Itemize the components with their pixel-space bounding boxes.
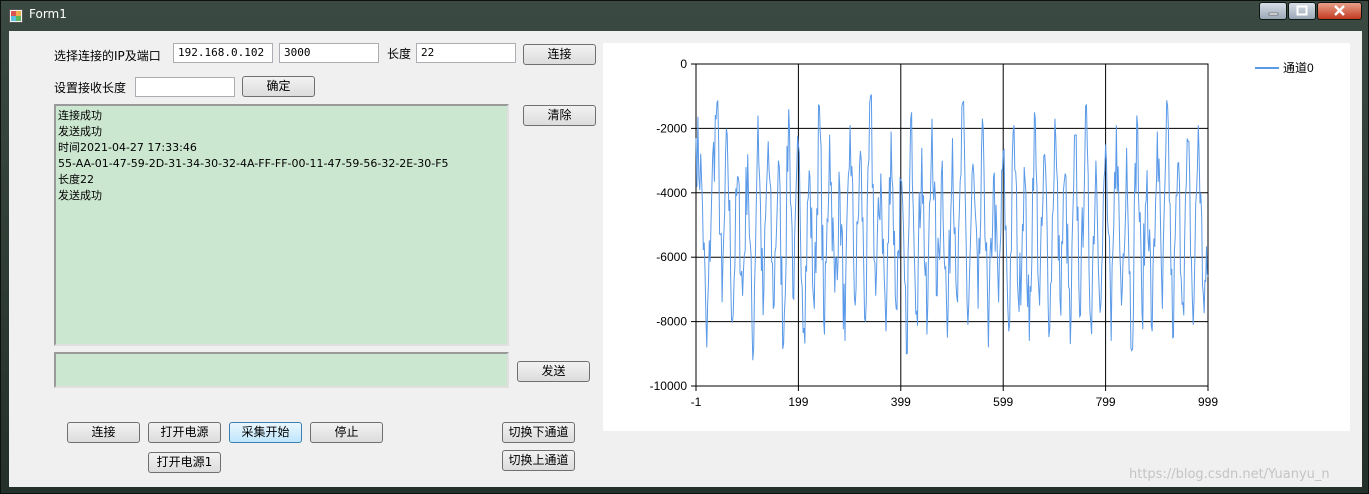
send-button[interactable]: 发送 — [517, 361, 590, 382]
minimize-icon — [1268, 12, 1279, 16]
confirm-button[interactable]: 确定 — [242, 76, 315, 97]
x-tick-label: 399 — [891, 395, 911, 409]
length-input[interactable]: 22 — [416, 43, 516, 63]
legend-label: 通道0 — [1283, 61, 1314, 75]
send-input[interactable] — [54, 352, 509, 388]
prev-channel-button[interactable]: 切换上通道 — [502, 450, 575, 471]
stop-button[interactable]: 停止 — [310, 422, 383, 443]
x-tick-label: 999 — [1198, 395, 1218, 409]
x-tick-label: -1 — [691, 395, 702, 409]
ip-port-label: 选择连接的IP及端口 — [54, 49, 161, 63]
y-tick-label: 0 — [680, 57, 687, 71]
maximize-button[interactable] — [1288, 2, 1316, 20]
power-on-1-button[interactable]: 打开电源1 — [148, 452, 221, 473]
chart-svg: -1 199 399 599 799 999 0 -2000 -4000 -6000 -8000 -1… — [650, 57, 1314, 409]
maximize-icon — [1296, 5, 1308, 16]
log-line: 发送成功 — [58, 125, 102, 138]
y-tick-label: -2000 — [656, 121, 687, 135]
y-tick-label: -6000 — [656, 250, 687, 264]
clear-button[interactable]: 清除 — [523, 105, 596, 126]
watermark-text: https://blog.csdn.net/Yuanyu_n — [1129, 467, 1330, 482]
close-button[interactable] — [1317, 2, 1362, 20]
next-channel-button[interactable]: 切换下通道 — [502, 422, 575, 443]
connect-device-button[interactable]: 连接 — [67, 422, 140, 443]
length-label: 长度 — [387, 47, 412, 61]
start-capture-button[interactable]: 采集开始 — [229, 422, 302, 443]
log-line: 时间2021-04-27 17:33:46 — [58, 141, 197, 154]
log-line: 连接成功 — [58, 109, 102, 122]
receive-length-label: 设置接收长度 — [54, 81, 127, 95]
title-bar[interactable]: Form1 — [1, 1, 1368, 29]
log-textbox[interactable]: 连接成功 发送成功 时间2021-04-27 17:33:46 55-AA-01… — [54, 104, 509, 346]
connect-button[interactable]: 连接 — [523, 44, 596, 65]
power-on-button[interactable]: 打开电源 — [148, 422, 221, 443]
ip-input[interactable]: 192.168.0.102 — [173, 43, 273, 63]
x-tick-label: 199 — [788, 395, 808, 409]
main-window: Form1 选择连接的IP及端口 192.168.0.102 3000 长度 2… — [0, 0, 1369, 494]
y-tick-label: -8000 — [656, 315, 687, 329]
minimize-button[interactable] — [1259, 2, 1287, 20]
form-client-area: 选择连接的IP及端口 192.168.0.102 3000 长度 22 连接 设… — [9, 31, 1362, 487]
log-line: 55-AA-01-47-59-2D-31-34-30-32-4A-FF-FF-0… — [58, 157, 449, 170]
app-icon — [9, 8, 23, 23]
close-icon — [1334, 5, 1345, 16]
log-line: 长度22 — [58, 173, 94, 186]
port-input[interactable]: 3000 — [279, 43, 379, 63]
chart-panel: -1 199 399 599 799 999 0 -2000 -4000 -6000 -8000 -1… — [603, 43, 1350, 431]
x-tick-label: 599 — [993, 395, 1013, 409]
x-tick-label: 799 — [1096, 395, 1116, 409]
receive-length-input[interactable] — [135, 77, 235, 97]
y-tick-label: -4000 — [656, 186, 687, 200]
y-tick-label: -10000 — [650, 379, 688, 393]
window-title: Form1 — [29, 7, 67, 21]
log-line: 发送成功 — [58, 189, 102, 202]
